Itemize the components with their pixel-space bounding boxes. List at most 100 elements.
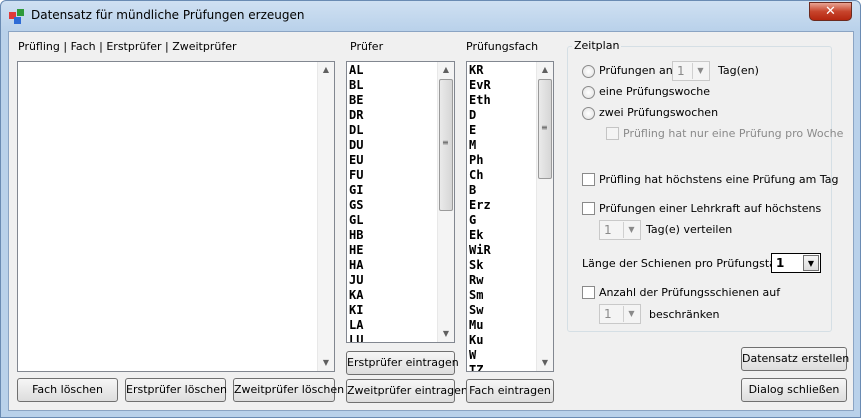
dialog-schliessen-button[interactable]: Dialog schließen	[741, 378, 847, 402]
list-item[interactable]: Ek	[469, 228, 491, 243]
app-icon	[9, 9, 24, 24]
list-item[interactable]: KI	[349, 303, 363, 318]
radio-zwei-wochen-label: zwei Prüfungswochen	[599, 106, 719, 119]
check-anzahl-label: Anzahl der Prüfungsschienen auf	[599, 286, 781, 299]
list-item[interactable]: DU	[349, 138, 363, 153]
list-item[interactable]: Ku	[469, 333, 491, 348]
check-hoechstens-tag[interactable]	[582, 173, 595, 186]
scroll-down-icon[interactable]: ▼	[537, 355, 553, 371]
scroll-thumb[interactable]: ≡	[439, 79, 453, 211]
list-item[interactable]: Sw	[469, 303, 491, 318]
list-item[interactable]: FU	[349, 168, 363, 183]
list-item[interactable]: LA	[349, 318, 363, 333]
schienen-combo[interactable]: 1 ▼	[771, 253, 821, 273]
list-item[interactable]: HE	[349, 243, 363, 258]
list-item[interactable]: Ph	[469, 153, 491, 168]
scroll-up-icon[interactable]: ▲	[537, 62, 553, 78]
list-item[interactable]: Eth	[469, 93, 491, 108]
scroll-down-icon[interactable]: ▼	[438, 326, 454, 342]
pruefer-items: AL BL BE DR DL DU EU FU GI GS GL HB HE HA JU KA KI LA LU	[349, 63, 363, 342]
list-item[interactable]: KR	[469, 63, 491, 78]
radio-tage-label: Prüfungen an	[599, 64, 673, 77]
list-item[interactable]: GL	[349, 213, 363, 228]
fach-items: KR EvR Eth D E M Ph Ch B Erz G Ek WiR Sk Rw Sm Sw Mu Ku W TZ	[469, 63, 491, 371]
list-item[interactable]: Mu	[469, 318, 491, 333]
list-item[interactable]: EU	[349, 153, 363, 168]
chevron-down-icon[interactable]: ▼	[692, 63, 708, 79]
pruefer-list[interactable]: AL BL BE DR DL DU EU FU GI GS GL HB HE HA JU KA KI LA LU ▲…	[346, 61, 455, 343]
radio-eine-woche[interactable]	[582, 86, 595, 99]
radio-zwei-wochen[interactable]	[582, 107, 595, 120]
list-item[interactable]: AL	[349, 63, 363, 78]
pruefer-scrollbar[interactable]: ▲ ≡ ▼	[437, 62, 454, 342]
list-item[interactable]: G	[469, 213, 491, 228]
fach-header: Prüfungsfach	[466, 40, 539, 53]
fach-loeschen-button[interactable]: Fach löschen	[17, 378, 118, 402]
chevron-down-icon[interactable]: ▼	[803, 255, 819, 271]
check-eine-pro-woche-label: Prüfling hat nur eine Prüfung pro Woche	[623, 127, 844, 140]
radio-eine-woche-label: eine Prüfungswoche	[599, 85, 711, 98]
check-anzahl[interactable]	[582, 286, 595, 299]
fach-scrollbar[interactable]: ▲ ≡ ▼	[536, 62, 553, 371]
scroll-up-icon[interactable]: ▲	[438, 62, 454, 78]
radio-tage[interactable]	[582, 65, 595, 78]
list-item[interactable]: WiR	[469, 243, 491, 258]
list-item[interactable]: B	[469, 183, 491, 198]
lehrkraft-combo[interactable]: 1 ▼	[599, 220, 641, 240]
schienen-combo-value: 1	[776, 256, 785, 270]
lehrkraft-combo-value: 1	[604, 223, 612, 237]
scroll-thumb[interactable]: ≡	[538, 79, 552, 179]
tage-combo[interactable]: 1 ▼	[672, 61, 710, 81]
list-item[interactable]: HB	[349, 228, 363, 243]
list-item[interactable]: M	[469, 138, 491, 153]
anzahl-suffix: beschränken	[649, 308, 720, 321]
list-item[interactable]: KA	[349, 288, 363, 303]
check-eine-pro-woche[interactable]	[606, 127, 619, 140]
anzahl-combo[interactable]: 1 ▼	[599, 304, 641, 324]
anzahl-combo-value: 1	[604, 307, 612, 321]
fach-eintragen-button[interactable]: Fach eintragen	[466, 379, 554, 403]
list-item[interactable]: DL	[349, 123, 363, 138]
list-item[interactable]: Erz	[469, 198, 491, 213]
erstpruefer-eintragen-button[interactable]: Erstprüfer eintragen	[346, 351, 459, 375]
pruefer-header: Prüfer	[350, 40, 384, 53]
fach-list[interactable]: KR EvR Eth D E M Ph Ch B Erz G Ek WiR Sk Rw Sm Sw Mu Ku W TZ…	[466, 61, 554, 372]
zweitpruefer-eintragen-button[interactable]: Zweitprüfer eintragen	[346, 379, 468, 403]
list-item[interactable]: W	[469, 348, 491, 363]
list-item[interactable]: Sm	[469, 288, 491, 303]
list-item[interactable]: TZ	[469, 363, 491, 371]
lehrkraft-suffix: Tag(e) verteilen	[646, 223, 733, 236]
list-item[interactable]: JU	[349, 273, 363, 288]
close-button[interactable]: ✕	[809, 2, 852, 21]
list-item[interactable]: GI	[349, 183, 363, 198]
dialog-client-area: Prüfling | Fach | Erstprüfer | Zweitprüf…	[8, 31, 854, 411]
list-item[interactable]: EvR	[469, 78, 491, 93]
list-item[interactable]: HA	[349, 258, 363, 273]
list-item[interactable]: Ch	[469, 168, 491, 183]
chevron-down-icon[interactable]: ▼	[623, 306, 639, 322]
main-list-scrollbar[interactable]: ▲ ▼	[317, 62, 334, 371]
list-item[interactable]: LU	[349, 333, 363, 342]
chevron-down-icon[interactable]: ▼	[623, 222, 639, 238]
schienen-label: Länge der Schienen pro Prüfungstag:	[582, 257, 787, 270]
main-list[interactable]: ▲ ▼	[17, 61, 335, 372]
list-item[interactable]: BE	[349, 93, 363, 108]
scroll-up-icon[interactable]: ▲	[318, 62, 334, 78]
dialog-window: Datensatz für mündliche Prüfungen erzeug…	[0, 0, 861, 418]
erstpruefer-loeschen-button[interactable]: Erstprüfer löschen	[125, 378, 227, 402]
list-item[interactable]: Rw	[469, 273, 491, 288]
list-item[interactable]: BL	[349, 78, 363, 93]
check-lehrkraft[interactable]	[582, 202, 595, 215]
list-item[interactable]: D	[469, 108, 491, 123]
list-item[interactable]: Sk	[469, 258, 491, 273]
datensatz-erstellen-button[interactable]: Datensatz erstellen	[741, 347, 849, 371]
zweitpruefer-loeschen-button[interactable]: Zweitprüfer löschen	[233, 378, 344, 402]
title-bar[interactable]: Datensatz für mündliche Prüfungen erzeug…	[1, 1, 860, 31]
window-title: Datensatz für mündliche Prüfungen erzeug…	[31, 8, 305, 22]
list-item[interactable]: DR	[349, 108, 363, 123]
list-item[interactable]: GS	[349, 198, 363, 213]
zeitplan-title: Zeitplan	[572, 39, 622, 52]
scroll-down-icon[interactable]: ▼	[318, 355, 334, 371]
list-item[interactable]: E	[469, 123, 491, 138]
tage-combo-value: 1	[677, 64, 685, 78]
